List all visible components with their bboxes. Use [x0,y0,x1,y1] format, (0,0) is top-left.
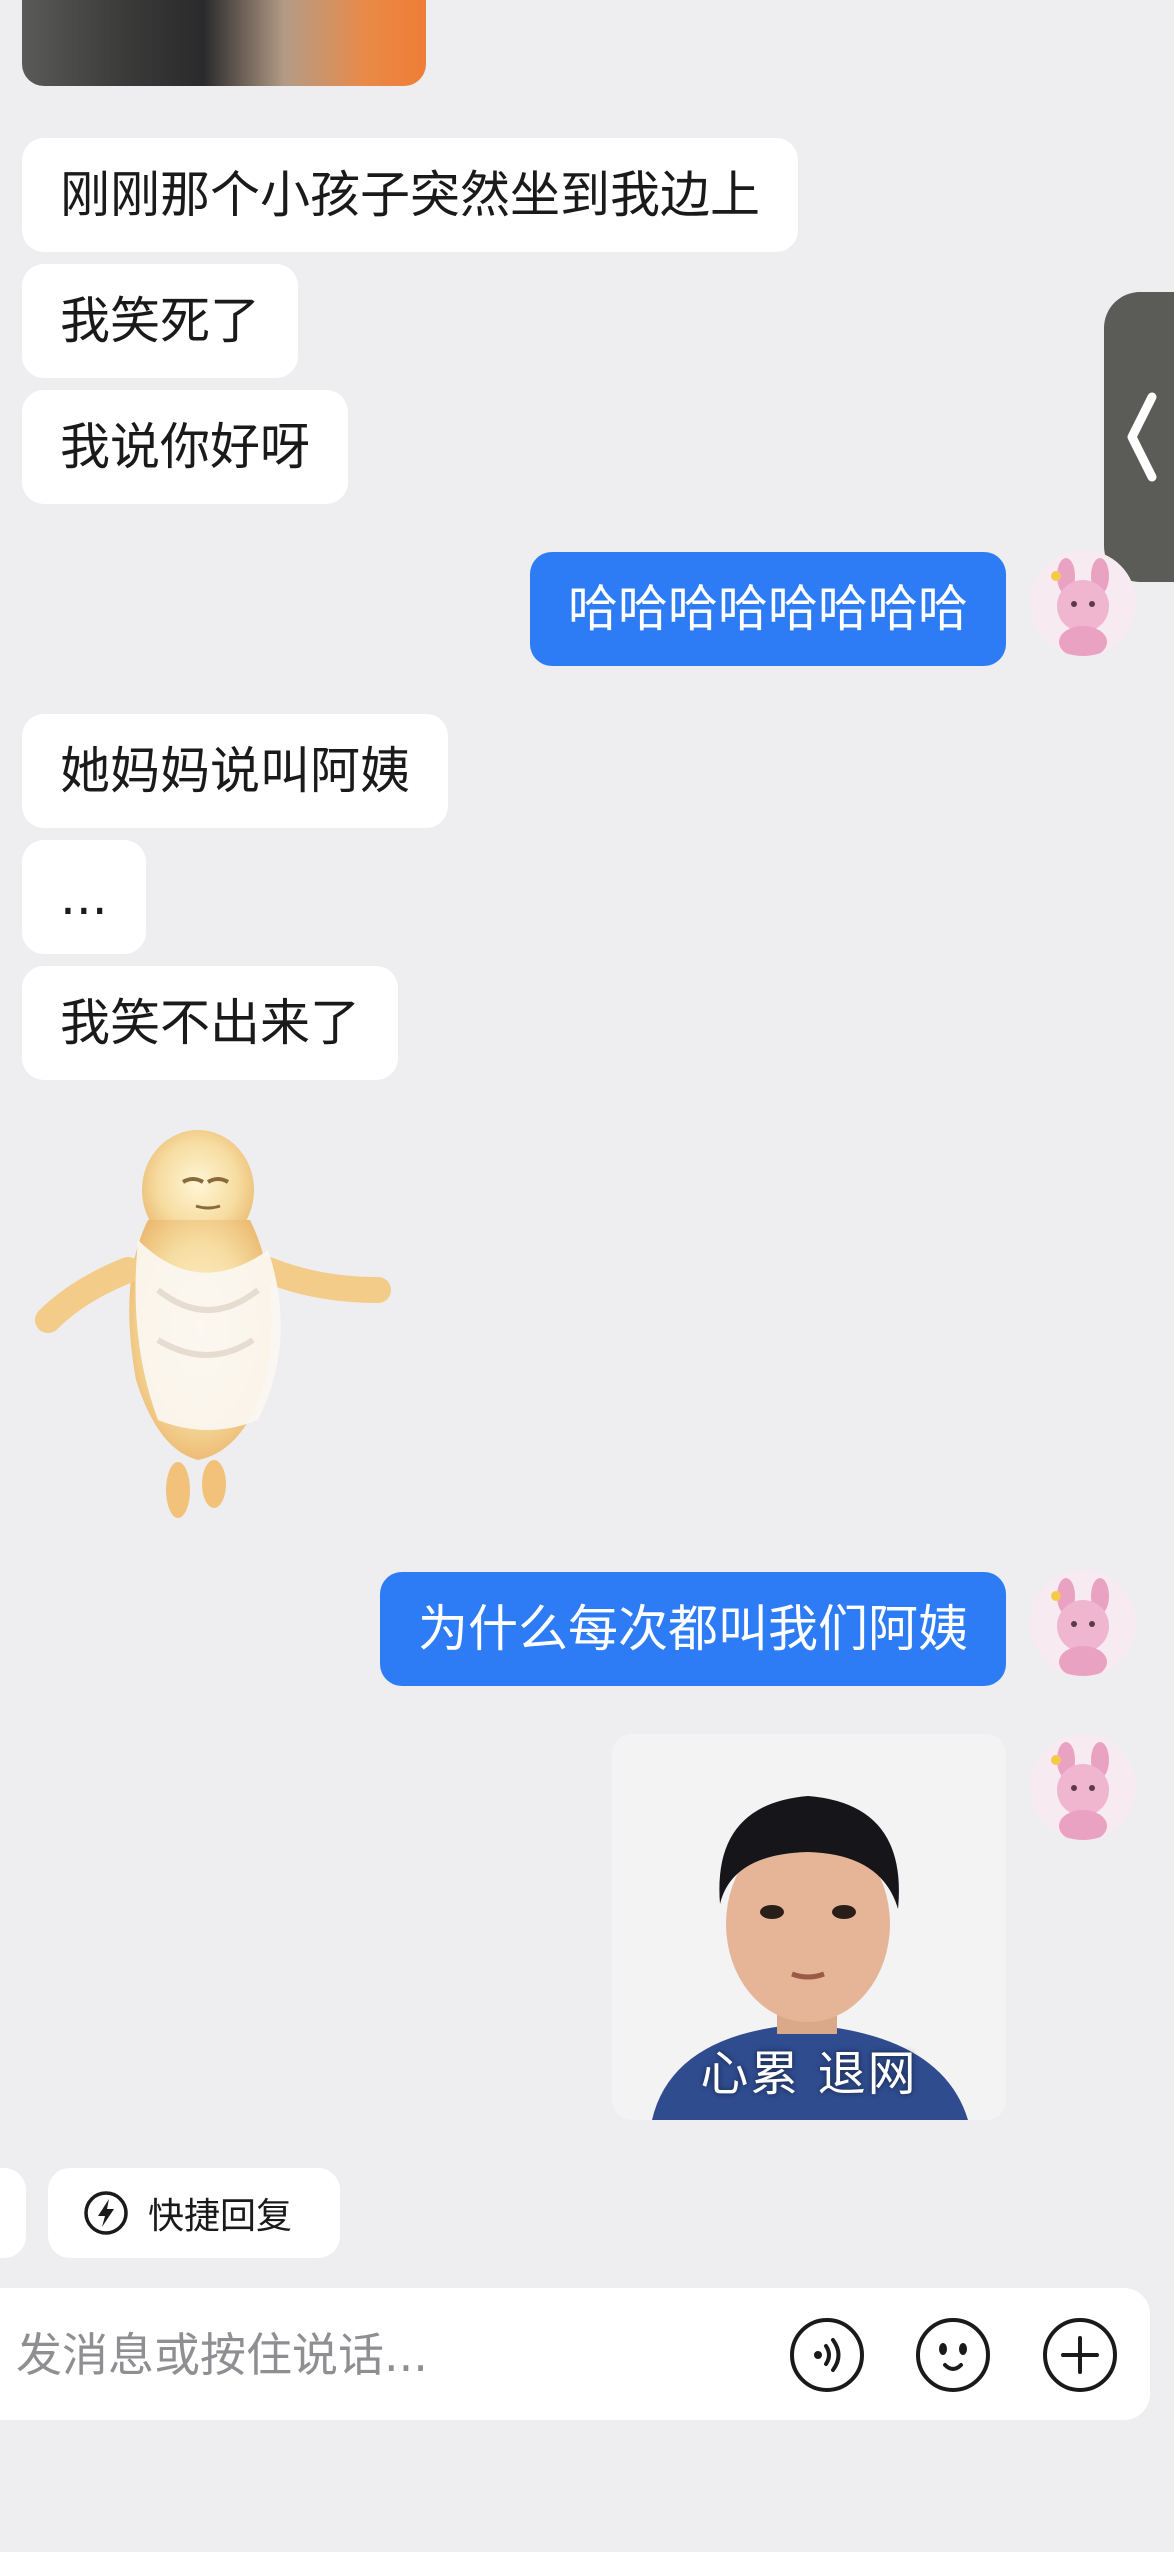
sticker-glowing-figure[interactable] [18,1120,408,1530]
avatar[interactable] [1030,550,1136,656]
quick-reply-label: 快捷回复 [148,2196,293,2237]
message-received[interactable]: 我笑死了 [22,264,298,378]
chevron-left-icon [1127,392,1157,482]
emoji-face-icon [916,2318,990,2392]
bunny-avatar-icon [1030,1734,1136,1840]
meme-image[interactable]: 心累 退网 [612,1734,1006,2120]
message-received[interactable]: 她妈妈说叫阿姨 [22,714,448,828]
quick-action-chip-partial[interactable] [0,2168,26,2258]
meme-caption: 心累 退网 [700,2046,918,2102]
message-input[interactable] [14,2288,758,2422]
message-sent[interactable]: 哈哈哈哈哈哈哈哈 [530,552,1006,666]
message-received[interactable]: ... [22,840,146,954]
quick-reply-button[interactable]: 快捷回复 [48,2168,340,2258]
shared-photo-partial[interactable] [22,0,426,86]
message-sent[interactable]: 为什么每次都叫我们阿姨 [380,1572,1006,1686]
voice-wave-icon [790,2318,864,2392]
lightning-icon [84,2191,128,2235]
plus-circle-icon [1043,2318,1117,2392]
avatar[interactable] [1030,1570,1136,1676]
emoji-button[interactable] [914,2316,992,2394]
side-panel-handle[interactable] [1104,292,1174,582]
message-received[interactable]: 刚刚那个小孩子突然坐到我边上 [22,138,798,252]
plus-button[interactable] [1041,2316,1119,2394]
bunny-avatar-icon [1030,550,1136,656]
bunny-avatar-icon [1030,1570,1136,1676]
message-input-bar [0,2288,1150,2422]
message-received[interactable]: 我笑不出来了 [22,966,398,1080]
voice-button[interactable] [788,2316,866,2394]
avatar[interactable] [1030,1734,1136,1840]
glowing-figure-sticker-icon [35,1130,391,1518]
message-received[interactable]: 我说你好呀 [22,390,348,504]
